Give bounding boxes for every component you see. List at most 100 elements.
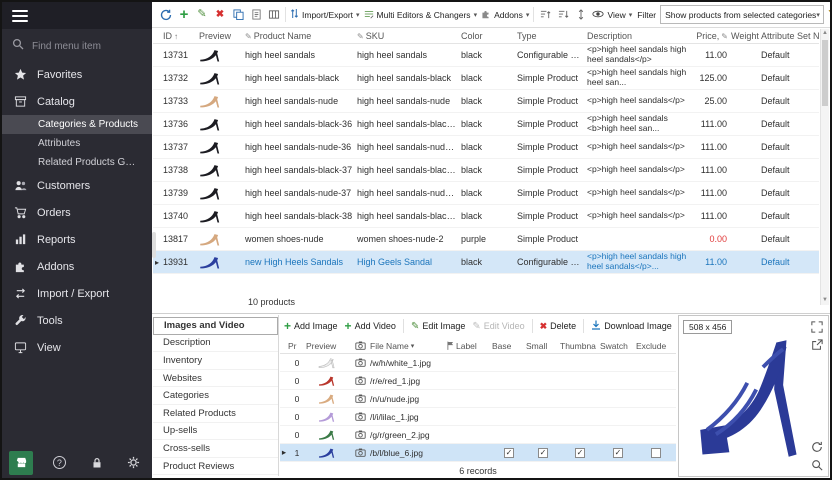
fullscreen-icon[interactable] bbox=[810, 320, 824, 334]
delete-product-button[interactable]: ✖ bbox=[213, 7, 227, 22]
column-header-preview[interactable]: Preview bbox=[306, 341, 350, 351]
columns-button[interactable] bbox=[267, 7, 281, 22]
image-row[interactable]: 0/l/i/lilac_1.jpg bbox=[280, 408, 676, 426]
sidebar-item-import-export[interactable]: Import / Export bbox=[2, 280, 152, 307]
column-header-attribute-set-name[interactable]: Attribute Set Name bbox=[761, 31, 819, 41]
thumb-checkbox[interactable]: ✓ bbox=[575, 448, 585, 458]
settings-button[interactable] bbox=[123, 452, 145, 474]
view-menu[interactable]: View▾ bbox=[592, 10, 632, 20]
edit-image-button[interactable]: ✎Edit Image bbox=[411, 321, 465, 332]
column-header-preview[interactable]: Preview bbox=[199, 31, 245, 41]
vertical-scrollbar[interactable]: ▲ ▼ bbox=[820, 29, 829, 305]
category-filter-select[interactable]: Show products from selected categories▾ bbox=[660, 5, 824, 24]
product-row[interactable]: 13733high heel sandals-nudehigh heel san… bbox=[153, 90, 819, 113]
tab-description[interactable]: Description bbox=[153, 335, 278, 353]
swatch-checkbox[interactable]: ✓ bbox=[613, 448, 623, 458]
column-header-swatch[interactable]: Swatch bbox=[600, 341, 636, 351]
tab-cross-sells[interactable]: Cross-sells bbox=[153, 440, 278, 458]
column-header-file-name[interactable]: File Name▾ bbox=[370, 341, 444, 351]
scroll-up-arrow[interactable]: ▲ bbox=[821, 29, 829, 38]
help-button[interactable]: ? bbox=[48, 452, 70, 474]
product-row[interactable]: ▸13931new High Heels SandalsHigh Geels S… bbox=[153, 251, 819, 274]
column-header-thumbnail[interactable]: Thumbna bbox=[560, 341, 600, 351]
delete-button[interactable]: ✖Delete bbox=[540, 321, 577, 331]
expand-collapse-button[interactable] bbox=[574, 7, 588, 22]
product-row[interactable]: 13739high heel sandals-nude-37high heel … bbox=[153, 182, 819, 205]
product-row[interactable]: 13740high heel sandals-black-38high heel… bbox=[153, 205, 819, 228]
filters-menu[interactable]: Filters▾ bbox=[828, 9, 830, 21]
tab-related-products[interactable]: Related Products bbox=[153, 405, 278, 423]
image-row[interactable]: 0/r/e/red_1.jpg bbox=[280, 372, 676, 390]
column-header-color[interactable]: Color bbox=[461, 31, 517, 41]
tab-images-and-video[interactable]: Images and Video bbox=[153, 317, 278, 335]
sidebar-item-orders[interactable]: Orders bbox=[2, 199, 152, 226]
sidebar-search[interactable] bbox=[2, 29, 152, 61]
tab-inventory[interactable]: Inventory bbox=[153, 352, 278, 370]
add-video-button[interactable]: +Add Video bbox=[345, 320, 396, 332]
column-header-weight[interactable]: Weight bbox=[731, 31, 761, 41]
column-header-base[interactable]: Base bbox=[492, 341, 526, 351]
image-row[interactable]: 0/g/r/green_2.jpg bbox=[280, 426, 676, 444]
column-header-price[interactable]: Price,✎ bbox=[693, 31, 731, 41]
refresh-button[interactable] bbox=[159, 7, 173, 22]
sidebar-item-addons[interactable]: Addons bbox=[2, 253, 152, 280]
sidebar-item-categories-products[interactable]: Categories & Products bbox=[2, 115, 152, 134]
scroll-down-arrow[interactable]: ▼ bbox=[821, 296, 829, 305]
copy-button[interactable] bbox=[231, 7, 245, 22]
image-row[interactable]: 0/w/h/white_1.jpg bbox=[280, 354, 676, 372]
sidebar-item-reports[interactable]: Reports bbox=[2, 226, 152, 253]
small-checkbox[interactable]: ✓ bbox=[538, 448, 548, 458]
tab-up-sells[interactable]: Up-sells bbox=[153, 423, 278, 441]
column-header-sku[interactable]: ✎SKU bbox=[357, 31, 461, 41]
tab-product-reviews[interactable]: Product Reviews bbox=[153, 458, 278, 476]
exclude-checkbox[interactable] bbox=[651, 448, 661, 458]
lock-button[interactable] bbox=[86, 452, 108, 474]
sidebar-item-favorites[interactable]: Favorites bbox=[2, 61, 152, 88]
edit-product-button[interactable]: ✎ bbox=[195, 7, 209, 22]
cell-product-name: high heel sandals-black-36 bbox=[245, 119, 357, 129]
base-checkbox[interactable]: ✓ bbox=[504, 448, 514, 458]
product-row[interactable]: 13737high heel sandals-nude-36high heel … bbox=[153, 136, 819, 159]
product-row[interactable]: 13732high heel sandals-blackhigh heel sa… bbox=[153, 67, 819, 90]
multi-editors-menu[interactable]: Multi Editors & Changers▾ bbox=[364, 9, 478, 21]
menu-icon[interactable] bbox=[12, 10, 28, 22]
image-row[interactable]: 0/n/u/nude.jpg bbox=[280, 390, 676, 408]
add-product-button[interactable]: + bbox=[177, 7, 191, 22]
addons-menu[interactable]: Addons▾ bbox=[481, 9, 529, 21]
tab-categories[interactable]: Categories bbox=[153, 387, 278, 405]
download-image-button[interactable]: Download Image bbox=[591, 320, 672, 332]
column-header-label[interactable]: Label bbox=[456, 341, 492, 351]
open-external-icon[interactable] bbox=[810, 338, 824, 352]
cell-description: <p>high heel sandals</p> bbox=[587, 211, 693, 221]
column-header-product-name[interactable]: ✎Product Name bbox=[245, 31, 357, 41]
sidebar-item-catalog[interactable]: Catalog bbox=[2, 88, 152, 115]
sort-asc-button[interactable] bbox=[538, 7, 552, 22]
product-row[interactable]: 13736high heel sandals-black-36high heel… bbox=[153, 113, 819, 136]
product-row[interactable]: 13731high heel sandalshigh heel sandalsb… bbox=[153, 44, 819, 67]
image-row[interactable]: ▸1/b/l/blue_6.jpg✓✓✓✓ bbox=[280, 444, 676, 462]
import-export-menu[interactable]: Import/Export▾ bbox=[290, 8, 360, 21]
add-image-button[interactable]: +Add Image bbox=[284, 320, 338, 332]
tab-websites[interactable]: Websites bbox=[153, 370, 278, 388]
column-header-exclude[interactable]: Exclude bbox=[636, 341, 676, 351]
sidebar-item-related-products-generator[interactable]: Related Products Generator bbox=[2, 153, 152, 172]
column-header-small[interactable]: Small bbox=[526, 341, 560, 351]
product-row[interactable]: 13817women shoes-nudewomen shoes-nude-2p… bbox=[153, 228, 819, 251]
scrollbar-thumb[interactable] bbox=[822, 40, 828, 106]
column-header-type[interactable]: Type bbox=[517, 31, 587, 41]
splitter-handle[interactable] bbox=[152, 232, 156, 258]
paste-button[interactable] bbox=[249, 7, 263, 22]
store-button[interactable] bbox=[9, 451, 33, 475]
product-row[interactable]: 13738high heel sandals-black-37high heel… bbox=[153, 159, 819, 182]
sidebar-item-attributes[interactable]: Attributes bbox=[2, 134, 152, 153]
sort-desc-button[interactable] bbox=[556, 7, 570, 22]
sidebar-item-tools[interactable]: Tools bbox=[2, 307, 152, 334]
column-header-id[interactable]: ID↑ bbox=[163, 31, 199, 41]
column-header-description[interactable]: Description bbox=[587, 31, 693, 41]
sidebar-item-view[interactable]: View bbox=[2, 334, 152, 361]
zoom-icon[interactable] bbox=[810, 458, 824, 472]
column-header-position[interactable]: Pr bbox=[288, 341, 306, 351]
rotate-icon[interactable] bbox=[810, 440, 824, 454]
sidebar-item-customers[interactable]: Customers bbox=[2, 172, 152, 199]
search-input[interactable] bbox=[30, 40, 138, 53]
